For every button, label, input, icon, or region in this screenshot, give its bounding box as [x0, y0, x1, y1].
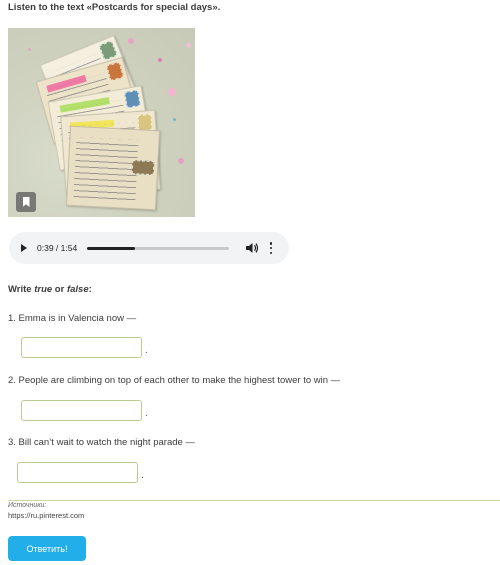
answer-input-1[interactable]	[21, 337, 142, 358]
audio-progress-bar[interactable]	[87, 246, 230, 250]
question-2: 2. People are climbing on top of each ot…	[8, 375, 341, 386]
volume-icon[interactable]	[245, 242, 259, 254]
instruction: Write true or false:	[8, 284, 92, 295]
instruction-false: false	[66, 284, 89, 295]
sources-label: Источники:	[8, 502, 47, 509]
answer-period-2: .	[145, 408, 148, 419]
submit-button[interactable]: Ответить!	[8, 536, 86, 561]
instruction-prefix: Write	[8, 284, 35, 295]
page-title: Listen to the text «Postcards for specia…	[8, 2, 221, 13]
sources-url: https://ru.pinterest.com	[8, 511, 85, 520]
audio-progress-fill	[87, 246, 136, 250]
audio-player[interactable]: 0:39 / 1:54	[9, 232, 289, 264]
answer-period-3: .	[141, 470, 144, 481]
answer-input-3[interactable]	[17, 462, 138, 483]
bookmark-icon[interactable]	[16, 192, 36, 212]
more-vertical-icon[interactable]	[267, 242, 275, 254]
audio-time: 0:39 / 1:54	[37, 243, 78, 253]
instruction-true: true	[34, 284, 53, 295]
question-1: 1. Emma is in Valencia now —	[8, 313, 137, 324]
divider	[8, 500, 500, 501]
answer-period-1: .	[145, 345, 148, 356]
instruction-suffix: :	[88, 284, 92, 295]
question-3: 3. Bill can’t wait to watch the night pa…	[8, 437, 195, 448]
play-icon[interactable]	[21, 244, 27, 252]
instruction-middle: or	[52, 284, 67, 295]
postcards-photo	[8, 28, 195, 217]
answer-input-2[interactable]	[21, 400, 142, 421]
